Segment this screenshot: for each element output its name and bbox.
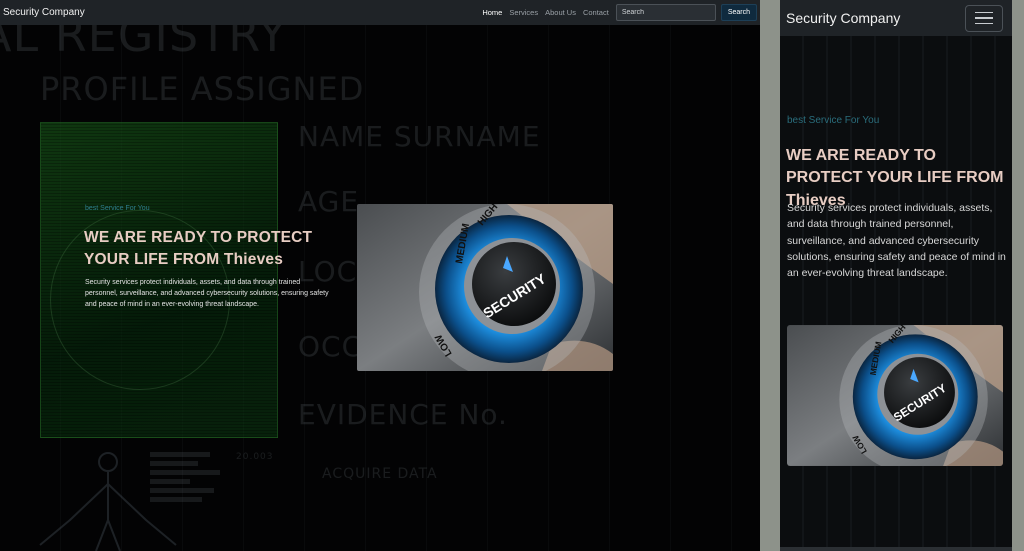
search-input[interactable] bbox=[615, 4, 716, 21]
mobile-view: Security Company best Service For You WE… bbox=[780, 0, 1012, 551]
mobile-hero-tagline: best Service For You bbox=[787, 115, 880, 126]
hero-tagline: best Service For You bbox=[85, 205, 150, 212]
hero-title: WE ARE READY TO PROTECT YOUR LIFE FROM T… bbox=[84, 229, 313, 268]
viewport-edge bbox=[1012, 0, 1024, 551]
mobile-bottom-bar bbox=[780, 547, 1012, 551]
nav-links: Home Services About Us Contact Search bbox=[482, 4, 760, 21]
nav-home[interactable]: Home bbox=[482, 8, 502, 17]
mobile-security-knob-image: SECURITY MEDIUM LOW HIGH bbox=[787, 325, 1003, 466]
security-knob-image: SECURITY MEDIUM LOW HIGH bbox=[357, 204, 613, 371]
hamburger-icon[interactable] bbox=[965, 4, 1003, 32]
desktop-view: AL REGISTRY PROFILE ASSIGNED NAME SURNAM… bbox=[0, 0, 760, 551]
search-button[interactable]: Search bbox=[720, 4, 757, 21]
brand-link[interactable]: Security Company bbox=[3, 7, 85, 18]
mobile-navbar: Security Company bbox=[780, 0, 1012, 36]
mobile-brand-link[interactable]: Security Company bbox=[786, 10, 900, 26]
nav-about-us[interactable]: About Us bbox=[545, 8, 576, 17]
viewport-separator bbox=[760, 0, 780, 551]
nav-services[interactable]: Services bbox=[509, 8, 538, 17]
hero-description: Security services protect individuals, a… bbox=[85, 279, 329, 308]
desktop-navbar: Security Company Home Services About Us … bbox=[0, 0, 760, 25]
mobile-hero-description: Security services protect individuals, a… bbox=[787, 202, 1006, 280]
nav-contact[interactable]: Contact bbox=[583, 8, 609, 17]
